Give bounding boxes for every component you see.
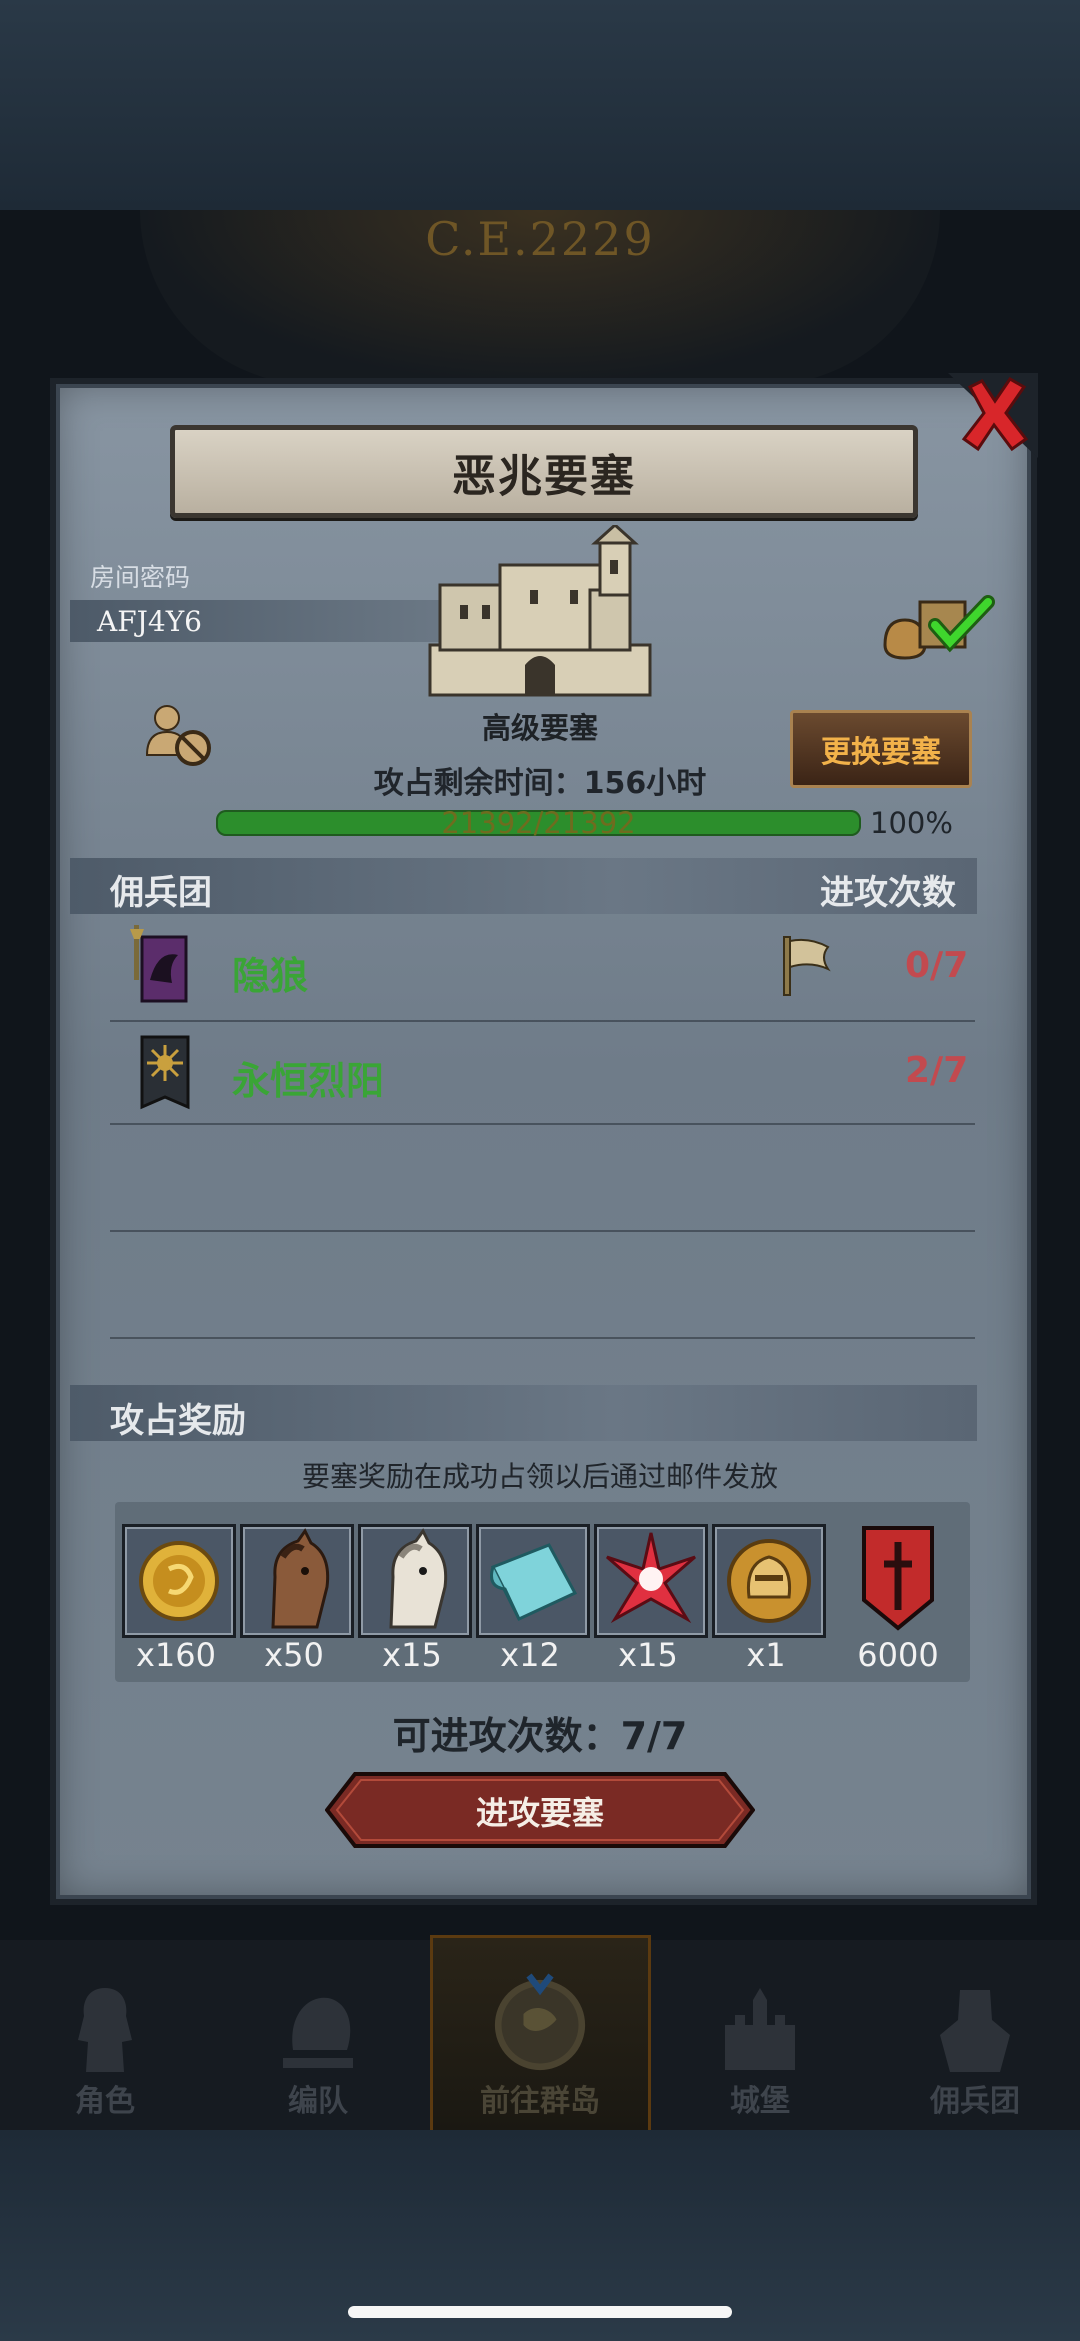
knight-medal-icon	[727, 1539, 811, 1623]
mercenary-column-header: 佣兵团	[110, 873, 212, 913]
row-divider	[110, 1230, 975, 1232]
row-divider	[110, 1123, 975, 1125]
nav-label: 角色	[75, 2084, 135, 2119]
reward-amount: x12	[500, 1636, 560, 1674]
white-horse-icon	[389, 1528, 448, 1629]
helmet-icon	[283, 1997, 353, 2068]
sun-banner-icon	[140, 1035, 190, 1110]
reward-note: 要塞奖励在成功占领以后通过邮件发放	[301, 1460, 778, 1493]
reward-section-title: 攻占奖励	[110, 1401, 246, 1441]
fortress-hp-text: 21392/21392	[441, 806, 636, 840]
capture-time-remaining: 攻占剩余时间：156小时	[373, 766, 707, 801]
flag-icon	[783, 936, 831, 996]
guild-name: 永恒烈阳	[232, 1059, 385, 1103]
row-divider	[110, 1337, 975, 1339]
attack-count: 0/7	[905, 945, 969, 986]
reward-item[interactable]	[712, 1524, 826, 1638]
nav-label: 城堡	[730, 2084, 790, 2119]
reward-amount: x1	[746, 1636, 786, 1674]
red-banner-icon[interactable]	[858, 1524, 938, 1632]
era-year: C.E.2229	[425, 212, 655, 266]
reward-amount: x160	[135, 1636, 216, 1674]
home-indicator[interactable]	[348, 2306, 732, 2318]
guild-name: 隐狼	[232, 954, 309, 998]
nav-item-character[interactable]: 角色	[15, 1945, 195, 2130]
attack-fortress-label: 进攻要塞	[475, 1794, 604, 1832]
room-code-label: 房间密码	[90, 563, 191, 592]
user-block-icon[interactable]	[145, 700, 215, 770]
castle-nav-icon	[725, 1988, 795, 2070]
globe-compass-icon	[494, 1973, 586, 2071]
nav-label: 编队	[288, 2084, 348, 2119]
fortress-hp-percent: 100%	[870, 806, 953, 840]
attack-count: 2/7	[905, 1050, 969, 1091]
nav-item-mercenary[interactable]: 佣兵团	[885, 1945, 1065, 2130]
reward-amount: 6000	[857, 1636, 939, 1674]
reward-item[interactable]	[240, 1524, 354, 1638]
reward-item[interactable]	[594, 1524, 708, 1638]
brown-horse-icon	[271, 1528, 330, 1629]
room-code: AFJ4Y6	[97, 605, 202, 638]
title-plate: 恶兆要塞	[170, 425, 918, 518]
change-fortress-label: 更换要塞	[821, 735, 941, 770]
loot-claimed-icon	[883, 595, 995, 660]
knight-icon	[78, 1988, 132, 2072]
reward-item[interactable]	[476, 1524, 590, 1638]
mercenary-icon	[940, 1990, 1010, 2072]
nav-label: 佣兵团	[930, 2084, 1020, 2119]
reward-item[interactable]	[122, 1524, 236, 1638]
cloth-roll-icon	[490, 1543, 578, 1621]
red-star-icon	[606, 1532, 696, 1624]
close-icon[interactable]	[948, 373, 1038, 458]
reward-amount: x15	[618, 1636, 678, 1674]
reward-amount: x50	[264, 1636, 324, 1674]
top-background	[0, 0, 1080, 210]
gold-coin-icon	[139, 1541, 219, 1621]
nav-label: 前往群岛	[480, 2084, 600, 2119]
nav-item-formation[interactable]: 编队	[228, 1945, 408, 2130]
reward-item[interactable]	[358, 1524, 472, 1638]
remaining-attempts: 可进攻次数：7/7	[392, 1714, 688, 1758]
fortress-level: 高级要塞	[481, 711, 598, 745]
change-fortress-button[interactable]: 更换要塞	[790, 710, 972, 788]
attack-count-column-header: 进攻次数	[820, 873, 956, 913]
nav-item-islands[interactable]: 前往群岛	[450, 1945, 630, 2130]
fortress-image-icon	[428, 525, 652, 697]
nav-item-castle[interactable]: 城堡	[670, 1945, 850, 2130]
reward-amount: x15	[382, 1636, 442, 1674]
wolf-banner-icon	[130, 925, 188, 1003]
dialog-title: 恶兆要塞	[452, 450, 636, 502]
